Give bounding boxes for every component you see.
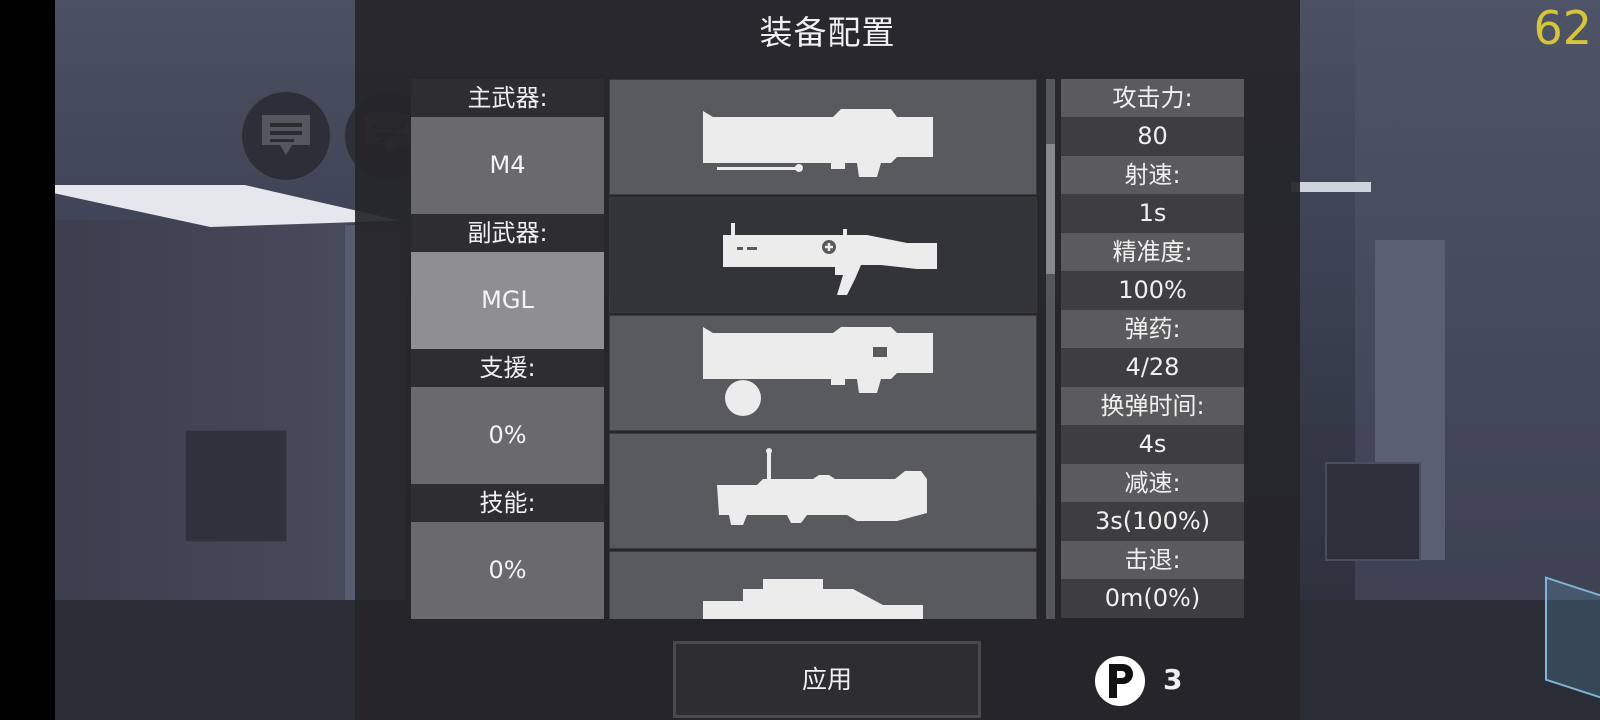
dialog-title: 装备配置 [759, 13, 896, 52]
scrollbar-thumb[interactable] [1046, 144, 1055, 274]
slot-support[interactable]: 0% [411, 387, 604, 484]
weapon-option[interactable] [609, 551, 1037, 619]
slot-label-skill: 技能: [411, 484, 604, 522]
stat-value-reload: 4s [1061, 425, 1244, 464]
scene-ceiling-light-right [1291, 182, 1371, 192]
rocket-launcher-icon [703, 109, 933, 177]
stat-label-fire-rate: 射速: [1061, 156, 1244, 194]
stat-label-attack: 攻击力: [1061, 79, 1244, 117]
slot-list: 主武器: M4 副武器: MGL 支援: 0% 技能: 0% [411, 79, 604, 619]
scene-cabinet [1325, 462, 1421, 561]
scene-crate [185, 430, 287, 542]
slot-primary-weapon[interactable]: M4 [411, 117, 604, 214]
slot-skill[interactable]: 0% [411, 522, 604, 619]
points-badge [1095, 656, 1145, 706]
fps-counter: 62 [1533, 1, 1592, 55]
stat-value-attack: 80 [1061, 117, 1244, 156]
stat-value-knockback: 0m(0%) [1061, 579, 1244, 618]
points-icon [1109, 664, 1133, 698]
grenade-launcher-icon [723, 223, 937, 295]
slot-label-secondary: 副武器: [411, 214, 604, 252]
heavy-launcher-icon [703, 579, 923, 619]
slot-label-primary: 主武器: [411, 79, 604, 117]
stat-label-ammo: 弹药: [1061, 310, 1244, 348]
slot-label-support: 支援: [411, 349, 604, 387]
stat-label-slow: 减速: [1061, 464, 1244, 502]
stat-value-ammo: 4/28 [1061, 348, 1244, 387]
orb-launcher-icon [703, 327, 933, 416]
points-value: 3 [1163, 663, 1183, 696]
stat-label-accuracy: 精准度: [1061, 233, 1244, 271]
rpg-icon [717, 448, 927, 525]
slot-secondary-weapon[interactable]: MGL [411, 252, 604, 349]
stat-label-knockback: 击退: [1061, 541, 1244, 579]
stats-panel: 攻击力: 80 射速: 1s 精准度: 100% 弹药: 4/28 换弹时间: … [1061, 79, 1244, 619]
apply-button[interactable]: 应用 [673, 641, 981, 718]
loadout-dialog: 装备配置 主武器: M4 副武器: MGL 支援: 0% 技能: 0% 攻击力:… [355, 0, 1300, 720]
weapon-option[interactable] [609, 197, 1037, 313]
weapon-list [609, 79, 1037, 619]
weapon-option[interactable] [609, 433, 1037, 549]
weapon-list-scrollbar[interactable] [1046, 79, 1055, 619]
weapon-option[interactable] [609, 79, 1037, 195]
stat-label-reload: 换弹时间: [1061, 387, 1244, 425]
weapon-option[interactable] [609, 315, 1037, 431]
chat-icon [262, 115, 310, 155]
stat-value-slow: 3s(100%) [1061, 502, 1244, 541]
chat-button[interactable] [240, 90, 332, 182]
stat-value-fire-rate: 1s [1061, 194, 1244, 233]
stat-value-accuracy: 100% [1061, 271, 1244, 310]
